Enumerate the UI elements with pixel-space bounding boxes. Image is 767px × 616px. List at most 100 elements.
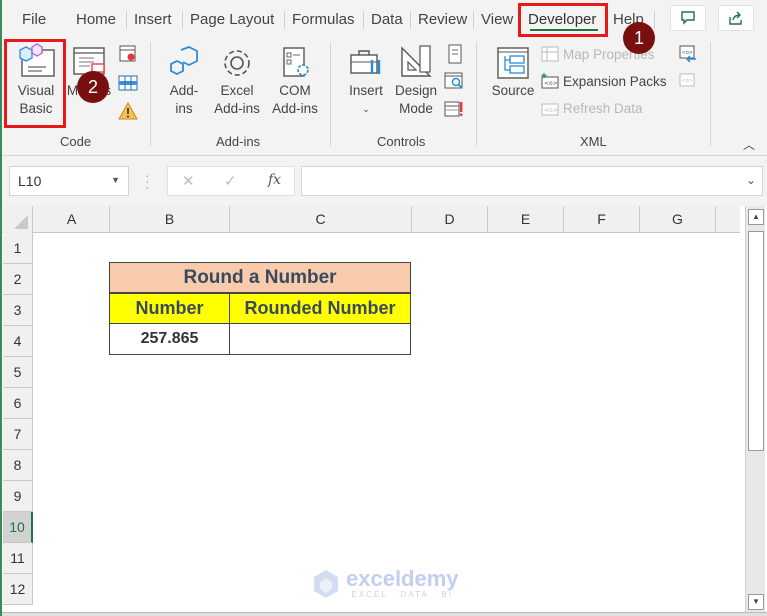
com-addins-button[interactable]: COM Add-ins [268, 46, 322, 118]
map-properties-icon [541, 46, 559, 62]
properties-icon[interactable] [446, 44, 464, 64]
run-dialog-icon[interactable] [444, 100, 464, 118]
svg-text:<o>: <o> [544, 80, 558, 87]
developer-tab-highlight [518, 3, 608, 37]
refresh-data-icon: <o> [541, 103, 559, 116]
comment-icon [681, 11, 695, 25]
cancel-icon[interactable]: ✕ [182, 172, 195, 190]
column-header-b[interactable]: B [110, 206, 230, 233]
com-addins-label: COM Add-ins [272, 83, 318, 116]
addins-button[interactable]: Add-ins [164, 46, 204, 118]
tab-data[interactable]: Data [371, 10, 403, 30]
vertical-scrollbar[interactable]: ▲ ▼ [745, 206, 765, 616]
xml-source-button[interactable]: Source [488, 46, 538, 100]
row-header-2[interactable]: 2 [3, 264, 33, 295]
xml-source-icon [497, 47, 529, 79]
design-mode-label: Design Mode [394, 83, 438, 116]
row-header-1[interactable]: 1 [3, 233, 33, 264]
insert-function-icon[interactable]: fx [268, 172, 281, 188]
refresh-data-button[interactable]: <o> Refresh Data [541, 100, 643, 116]
expansion-packs-label: Expansion Packs [563, 73, 667, 89]
xml-import-icon[interactable]: <o> [678, 44, 698, 64]
addins-icon [170, 46, 198, 76]
tab-separator [182, 11, 183, 29]
collapse-ribbon-icon[interactable]: ︿ [743, 136, 755, 153]
sheet-tab-bar [0, 612, 767, 616]
macro-security-icon[interactable] [118, 102, 138, 120]
tab-review[interactable]: Review [418, 10, 467, 30]
expansion-packs-button[interactable]: <o> Expansion Packs [541, 73, 667, 89]
relative-references-icon[interactable] [118, 74, 138, 92]
xml-source-label: Source [491, 83, 535, 98]
column-header-c[interactable]: C [230, 206, 412, 233]
controls-group-label: Controls [377, 134, 426, 149]
scroll-up-button[interactable]: ▲ [748, 209, 764, 225]
row-header-11[interactable]: 11 [3, 543, 33, 574]
row-header-8[interactable]: 8 [3, 450, 33, 481]
tab-page-layout[interactable]: Page Layout [190, 10, 274, 30]
excel-addins-button[interactable]: Excel Add-ins [210, 46, 264, 118]
watermark-name: exceldemy [346, 566, 459, 591]
expand-formula-bar-icon[interactable]: ⌄ [746, 173, 756, 187]
row-header-9[interactable]: 9 [3, 481, 33, 512]
design-mode-icon [401, 45, 432, 77]
gear-icon [224, 50, 250, 76]
record-macro-icon[interactable] [118, 44, 138, 64]
table-header-number[interactable]: Number [109, 293, 230, 324]
select-all-button[interactable] [3, 206, 33, 233]
column-header-e[interactable]: E [488, 206, 564, 233]
name-box[interactable]: L10 ▼ [9, 166, 129, 196]
tab-file[interactable]: File [22, 10, 46, 30]
refresh-data-label: Refresh Data [563, 100, 643, 116]
row-header-7[interactable]: 7 [3, 419, 33, 450]
row-header-5[interactable]: 5 [3, 357, 33, 388]
enter-icon[interactable]: ✓ [224, 172, 237, 190]
svg-text:<o>: <o> [544, 107, 558, 114]
svg-text:<o>: <o> [682, 78, 693, 84]
column-header-f[interactable]: F [564, 206, 640, 233]
scroll-down-button[interactable]: ▼ [748, 594, 764, 610]
view-code-icon[interactable] [444, 72, 464, 90]
row-header-3[interactable]: 3 [3, 295, 33, 326]
toolbox-icon [350, 50, 381, 74]
column-header-d[interactable]: D [412, 206, 488, 233]
code-group-label: Code [60, 134, 92, 149]
group-separator [330, 42, 331, 146]
expansion-packs-icon: <o> [541, 73, 559, 89]
step-badge-1: 1 [623, 22, 655, 54]
row-header-12[interactable]: 12 [3, 574, 33, 605]
worksheet-grid: A B C D E F G 1 2 3 4 5 6 7 8 9 10 11 12 Round a Nu… [0, 206, 767, 616]
scroll-thumb[interactable] [748, 231, 764, 451]
row-header-10[interactable]: 10 [3, 512, 33, 543]
tab-separator [363, 11, 364, 29]
table-title-cell[interactable]: Round a Number [109, 262, 411, 293]
xml-group-label: XML [580, 134, 607, 149]
tab-separator [410, 11, 411, 29]
design-mode-button[interactable]: Design Mode [392, 44, 440, 118]
formula-bar-grip[interactable]: · · · [145, 168, 150, 194]
name-box-dropdown-icon[interactable]: ▼ [111, 175, 120, 185]
table-cell-number[interactable]: 257.865 [109, 323, 230, 355]
com-addins-icon [283, 47, 309, 77]
table-cell-rounded-number[interactable] [229, 323, 411, 355]
xml-export-icon[interactable]: <o> [678, 72, 698, 90]
group-separator [710, 42, 711, 146]
window-left-border [0, 0, 2, 616]
row-header-6[interactable]: 6 [3, 388, 33, 419]
column-header-g[interactable]: G [640, 206, 716, 233]
tab-view[interactable]: View [481, 10, 513, 30]
table-header-rounded-number[interactable]: Rounded Number [229, 293, 411, 324]
comments-button[interactable] [670, 5, 706, 31]
column-header-a[interactable]: A [34, 206, 110, 233]
tab-home[interactable]: Home [76, 10, 116, 30]
group-separator [476, 42, 477, 146]
share-button[interactable] [718, 5, 754, 31]
tab-formulas[interactable]: Formulas [292, 10, 355, 30]
excel-addins-label: Excel Add-ins [214, 83, 260, 116]
exceldemy-logo-icon [314, 569, 338, 598]
row-header-4[interactable]: 4 [3, 326, 33, 357]
formula-bar: L10 ▼ · · · ✕ ✓ fx ⌄ [0, 156, 767, 206]
insert-controls-button[interactable]: Insert ⌄ [344, 46, 388, 118]
tab-insert[interactable]: Insert [134, 10, 172, 30]
formula-input[interactable]: ⌄ [301, 166, 763, 196]
